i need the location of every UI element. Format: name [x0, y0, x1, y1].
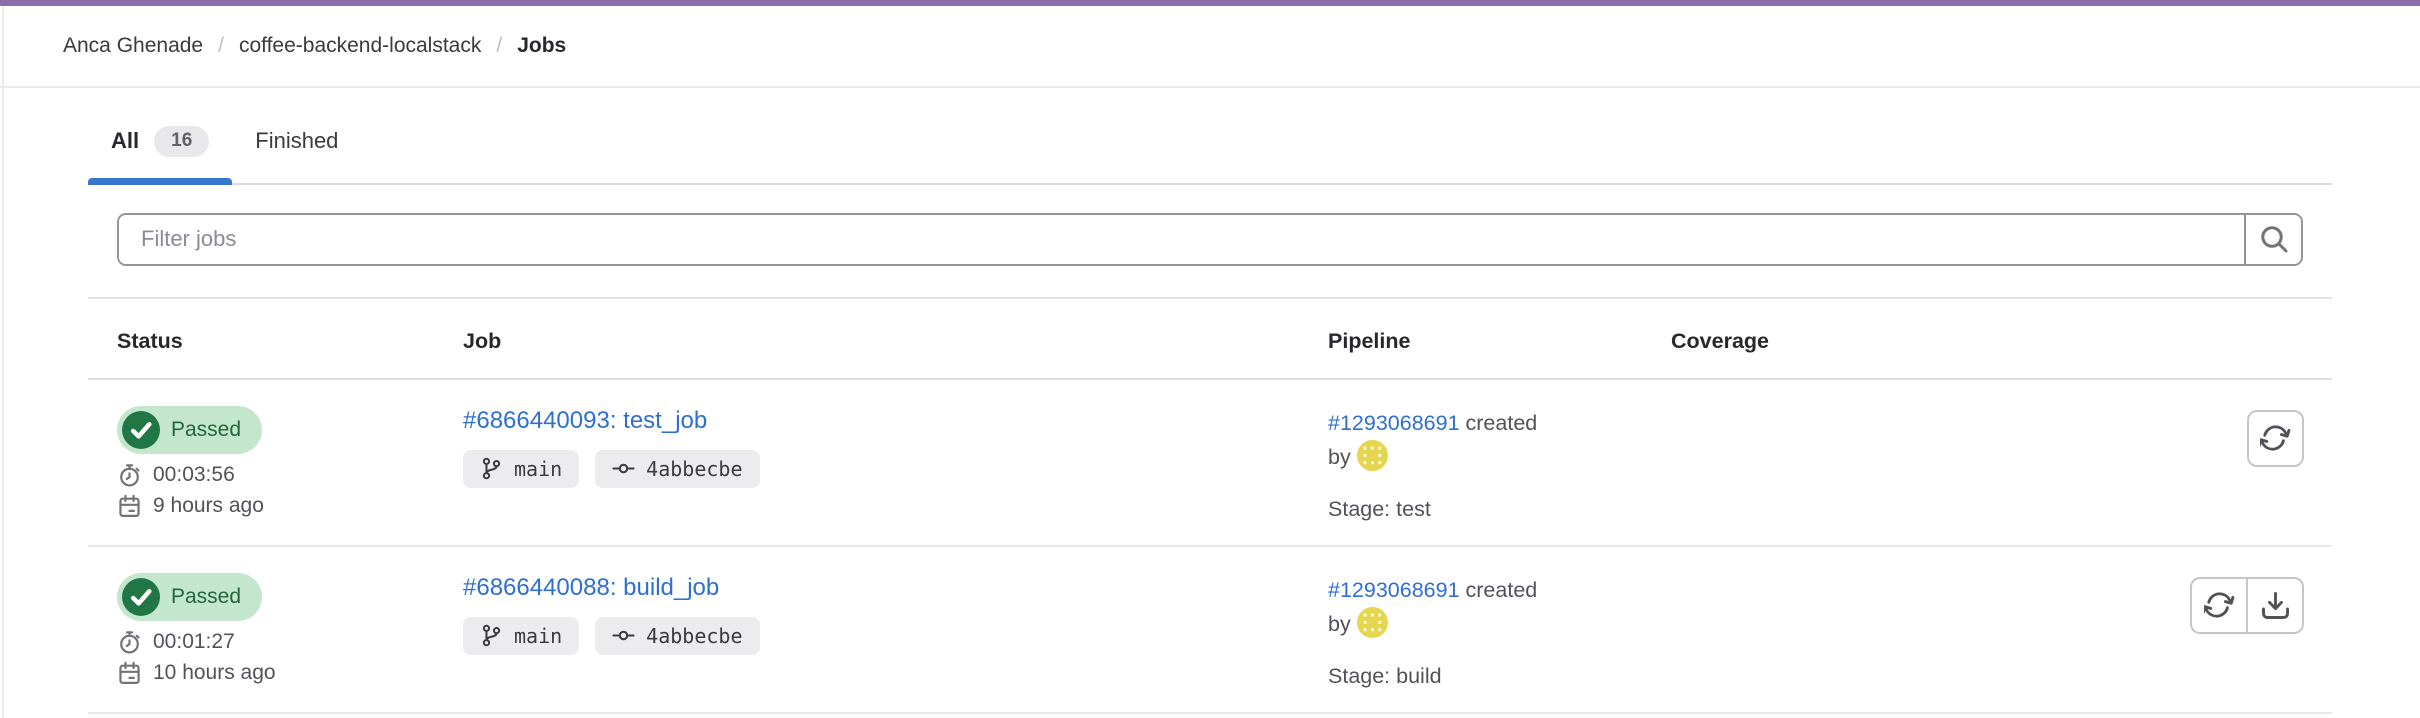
avatar[interactable]: [1357, 440, 1388, 471]
pipeline-link[interactable]: #1293068691: [1328, 411, 1460, 435]
download-artifacts-button[interactable]: [2247, 577, 2304, 634]
job-link[interactable]: #6866440088: build_job: [463, 574, 719, 602]
branch-ref-badge[interactable]: main: [463, 617, 579, 655]
status-badge[interactable]: Passed: [117, 573, 262, 621]
filter-jobs-input[interactable]: [119, 215, 2244, 264]
column-header-actions: [1942, 329, 2332, 354]
status-badge[interactable]: Passed: [117, 406, 262, 454]
job-finished-value: 9 hours ago: [153, 494, 264, 518]
tab-all-count-badge: 16: [154, 126, 209, 157]
status-passed-icon: [122, 411, 160, 449]
column-header-job: Job: [434, 329, 1299, 354]
pipeline-created-text: created: [1466, 578, 1538, 602]
actions-cell: [1942, 410, 2332, 545]
job-cell: #6866440088: build_job main: [434, 573, 1299, 712]
calendar-icon: [117, 494, 142, 519]
search-button[interactable]: [2244, 215, 2301, 264]
commit-icon: [612, 457, 635, 480]
breadcrumb-project-link[interactable]: coffee-backend-localstack: [239, 34, 481, 58]
actions-cell: [1942, 577, 2332, 712]
job-refs: main 4abbecbe: [463, 617, 1299, 655]
table-row: Passed 00:01:27 10 hours ago: [88, 547, 2332, 714]
commit-sha: 4abbecbe: [646, 624, 742, 648]
status-passed-icon: [122, 578, 160, 616]
coverage-cell: [1642, 406, 1942, 545]
status-cell: Passed 00:01:27 10 hours ago: [88, 573, 434, 712]
status-label: Passed: [171, 585, 241, 609]
job-duration: 00:01:27: [117, 630, 434, 655]
avatar[interactable]: [1357, 607, 1388, 638]
pipeline-stage: Stage: build: [1328, 664, 1642, 689]
job-duration: 00:03:56: [117, 463, 434, 488]
filter-section: [88, 185, 2332, 299]
commit-sha-badge[interactable]: 4abbecbe: [595, 617, 759, 655]
table-header-row: Status Job Pipeline Coverage: [88, 299, 2332, 380]
jobs-tab-bar: All 16 Finished: [88, 88, 2332, 185]
branch-name: main: [514, 624, 562, 648]
job-link[interactable]: #6866440093: test_job: [463, 407, 707, 435]
job-finished-value: 10 hours ago: [153, 661, 276, 685]
branch-icon: [480, 624, 503, 647]
commit-sha: 4abbecbe: [646, 457, 742, 481]
timer-icon: [117, 630, 142, 655]
breadcrumb-separator: /: [496, 34, 502, 58]
breadcrumb: Anca Ghenade / coffee-backend-localstack…: [0, 6, 2420, 88]
filter-group: [117, 213, 2303, 266]
pipeline-created-text: created: [1466, 411, 1538, 435]
breadcrumb-group-link[interactable]: Anca Ghenade: [63, 34, 203, 58]
branch-ref-badge[interactable]: main: [463, 450, 579, 488]
pipeline-cell: #1293068691 created by Stage: test: [1299, 406, 1642, 545]
tab-finished[interactable]: Finished: [232, 118, 361, 183]
column-header-pipeline: Pipeline: [1299, 329, 1642, 354]
retry-icon: [2260, 423, 2291, 454]
commit-icon: [612, 624, 635, 647]
job-finished-time: 9 hours ago: [117, 494, 434, 519]
status-cell: Passed 00:03:56 9 hours ago: [88, 406, 434, 545]
table-row: Passed 00:03:56 9 hours ago: [88, 380, 2332, 547]
content-left-divider: [2, 6, 4, 718]
breadcrumb-current-page: Jobs: [517, 34, 566, 58]
pipeline-link[interactable]: #1293068691: [1328, 578, 1460, 602]
pipeline-stage: Stage: test: [1328, 497, 1642, 522]
job-actions-group: [2190, 577, 2304, 634]
job-duration-value: 00:01:27: [153, 630, 235, 654]
pipeline-by-text: by: [1328, 612, 1351, 636]
branch-icon: [480, 457, 503, 480]
retry-icon: [2204, 590, 2235, 621]
column-header-status: Status: [88, 329, 434, 354]
tab-finished-label: Finished: [255, 128, 338, 154]
tab-all-label: All: [111, 128, 139, 154]
retry-job-button[interactable]: [2247, 410, 2304, 467]
jobs-table: Status Job Pipeline Coverage Passed: [88, 299, 2332, 714]
job-cell: #6866440093: test_job main: [434, 406, 1299, 545]
search-icon: [2258, 223, 2290, 255]
column-header-coverage: Coverage: [1642, 329, 1942, 354]
retry-job-button[interactable]: [2190, 577, 2247, 634]
pipeline-cell: #1293068691 created by Stage: build: [1299, 573, 1642, 712]
status-label: Passed: [171, 418, 241, 442]
pipeline-by-text: by: [1328, 445, 1351, 469]
download-icon: [2260, 590, 2291, 621]
timer-icon: [117, 463, 142, 488]
breadcrumb-separator: /: [218, 34, 224, 58]
tab-all[interactable]: All 16: [88, 118, 232, 183]
job-duration-value: 00:03:56: [153, 463, 235, 487]
branch-name: main: [514, 457, 562, 481]
commit-sha-badge[interactable]: 4abbecbe: [595, 450, 759, 488]
coverage-cell: [1642, 573, 1942, 712]
job-refs: main 4abbecbe: [463, 450, 1299, 488]
job-finished-time: 10 hours ago: [117, 661, 434, 686]
calendar-icon: [117, 661, 142, 686]
